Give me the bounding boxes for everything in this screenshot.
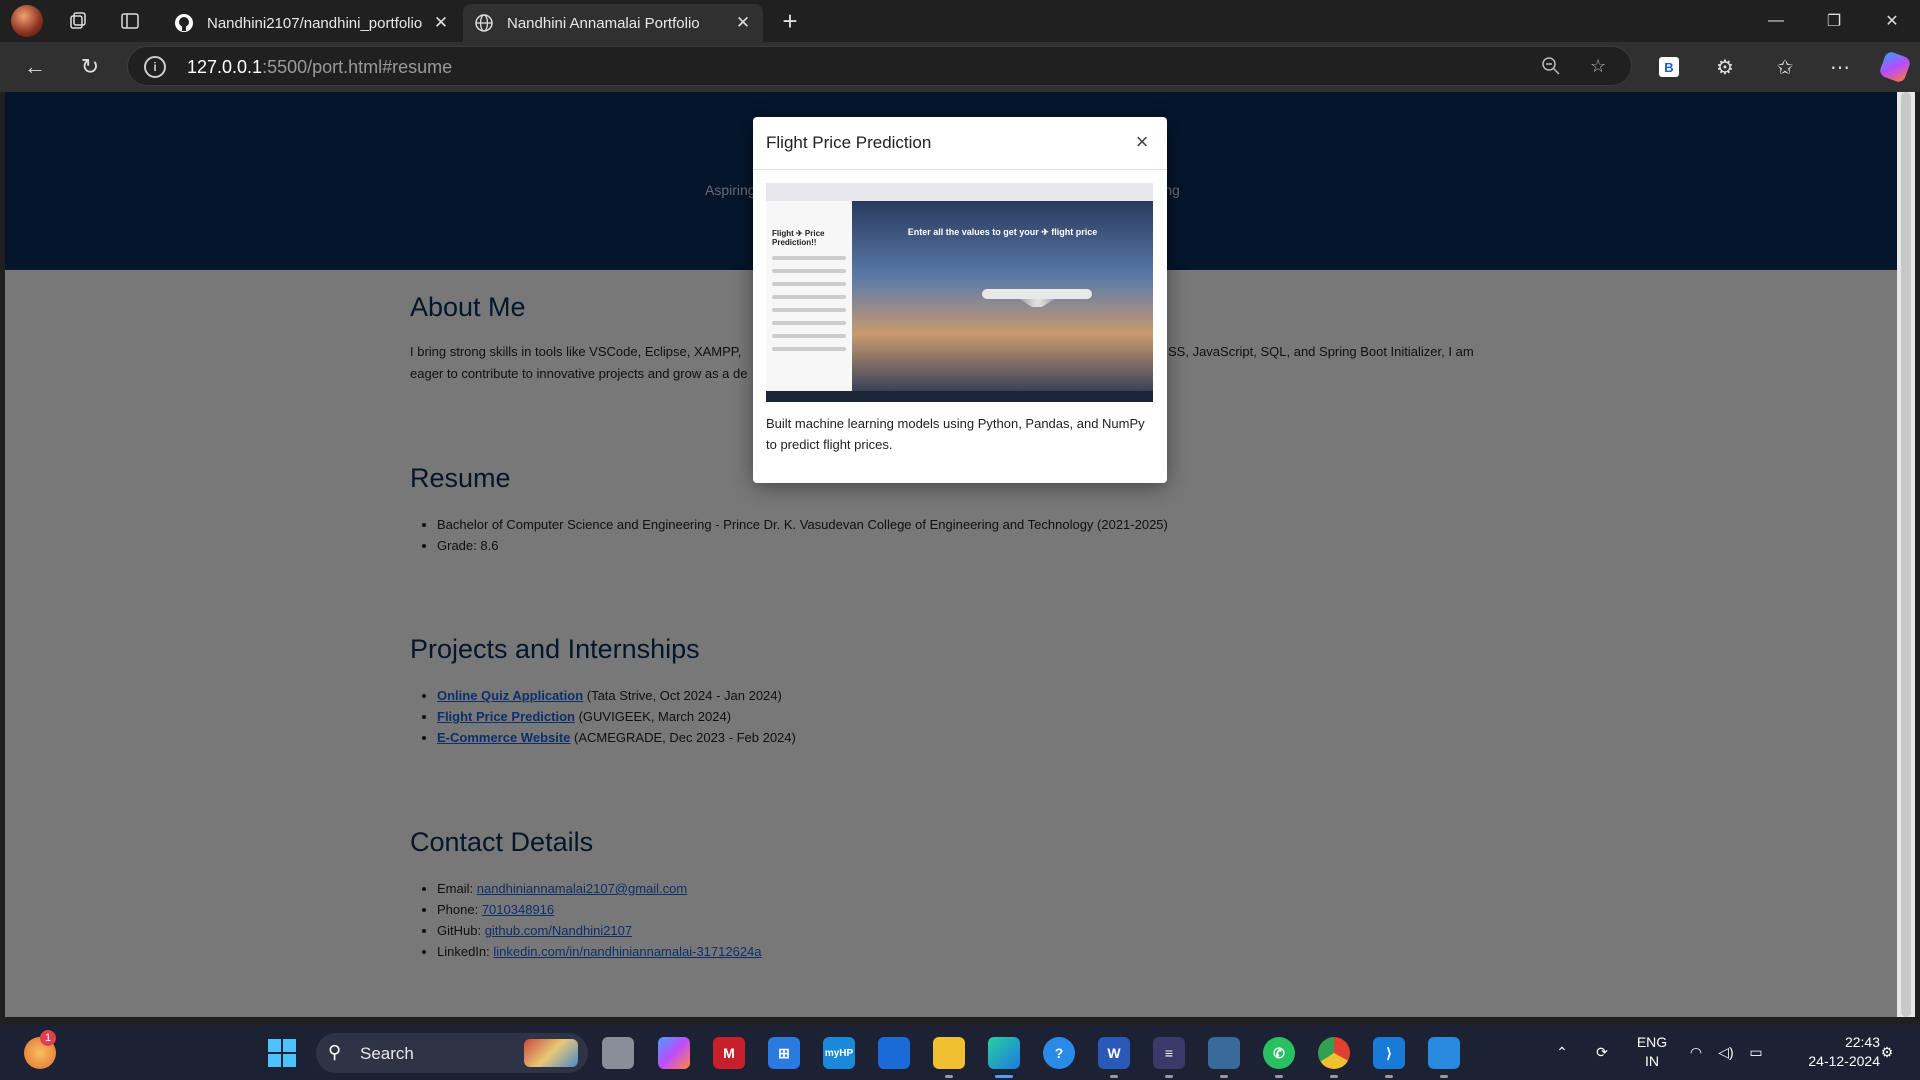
screenshot-hero: Enter all the values to get your ✈ fligh…: [852, 201, 1153, 391]
close-icon[interactable]: ×: [1127, 127, 1157, 157]
whatsapp-icon[interactable]: ✆: [1263, 1037, 1295, 1069]
browser-titlebar: Nandhini2107/nandhini_portfolio ✕ Nandhi…: [0, 0, 1920, 42]
globe-icon: [473, 12, 495, 34]
modal-description: Built machine learning models using Pyth…: [766, 416, 1145, 452]
scrollbar-thumb[interactable]: [1901, 92, 1911, 1017]
tab-portfolio[interactable]: Nandhini Annamalai Portfolio ✕: [463, 4, 763, 42]
extensions-icon[interactable]: ⚙: [1711, 53, 1739, 81]
taskbar-indicator: [1220, 1075, 1228, 1078]
microsoft-store-icon[interactable]: ⊞: [768, 1037, 800, 1069]
screenshot-taskbar: [766, 391, 1153, 402]
search-icon: ⚲: [328, 1042, 342, 1062]
tab-github[interactable]: Nandhini2107/nandhini_portfolio ✕: [163, 4, 461, 42]
zoom-icon[interactable]: [1541, 56, 1561, 81]
widgets-app-icon[interactable]: [878, 1037, 910, 1069]
word-icon[interactable]: W: [1098, 1037, 1130, 1069]
taskbar-search[interactable]: ⚲ Search: [316, 1033, 588, 1073]
eclipse-icon[interactable]: ≡: [1153, 1037, 1185, 1069]
bing-label: B: [1659, 57, 1679, 77]
new-tab-button[interactable]: +: [775, 6, 805, 37]
chevron-up-icon[interactable]: ⌃: [1550, 1025, 1574, 1080]
notification-bell-icon[interactable]: ⚙: [1872, 1025, 1902, 1080]
tab-label: Nandhini Annamalai Portfolio: [507, 14, 700, 32]
sync-icon[interactable]: ⟳: [1588, 1025, 1616, 1080]
tab-label: Nandhini2107/nandhini_portfolio: [207, 14, 423, 32]
vscode-icon[interactable]: ⟩: [1373, 1037, 1405, 1069]
favorites-icon[interactable]: ✩: [1771, 53, 1799, 81]
profile-avatar[interactable]: [7, 5, 47, 37]
windows-taskbar: 1 ⚲ Search M ⊞ myHP ? W ≡ ✆ ⟩ ⌃ ⟳ ENG IN…: [0, 1025, 1920, 1080]
screenshot-sidebar: Flight ✈ Price Prediction!!: [766, 201, 852, 391]
close-icon[interactable]: ✕: [733, 13, 753, 33]
taskbar-indicator: [1110, 1075, 1118, 1078]
refresh-button[interactable]: ↻: [75, 52, 105, 82]
screenshot-browser-bar: [766, 183, 1153, 201]
copilot-app-icon[interactable]: [658, 1037, 690, 1069]
taskbar-indicator-active: [995, 1075, 1013, 1078]
taskbar-indicator: [1440, 1075, 1448, 1078]
site-info-icon[interactable]: i: [144, 56, 166, 78]
close-window-button[interactable]: ✕: [1864, 0, 1920, 42]
screenshot-heading: Enter all the values to get your ✈ fligh…: [907, 227, 1098, 237]
url-host: 127.0.0.1: [187, 57, 263, 77]
chrome-icon[interactable]: [1318, 1037, 1350, 1069]
taskbar-indicator: [1275, 1075, 1283, 1078]
edge-browser-icon[interactable]: [988, 1037, 1020, 1069]
bing-extension-icon[interactable]: B: [1655, 53, 1683, 81]
region-code: IN: [1645, 1053, 1659, 1069]
search-highlight-image: [524, 1039, 578, 1067]
clock-time: 22:43: [1844, 1034, 1880, 1050]
search-label: Search: [360, 1044, 414, 1063]
project-screenshot: Flight ✈ Price Prediction!! Enter all th…: [766, 183, 1153, 402]
workspaces-icon[interactable]: [58, 6, 98, 36]
vertical-tabs-icon[interactable]: [110, 6, 150, 36]
language-code: ENG: [1636, 1034, 1668, 1050]
modal-header: Flight Price Prediction ×: [753, 117, 1167, 170]
volume-icon[interactable]: ◁): [1714, 1025, 1738, 1080]
address-bar[interactable]: i 127.0.0.1:5500/port.html#resume ☆: [127, 46, 1632, 86]
mcafee-icon[interactable]: M: [713, 1037, 745, 1069]
browser-toolbar: ← ↻ i 127.0.0.1:5500/port.html#resume ☆ …: [0, 42, 1920, 92]
myhp-icon[interactable]: myHP: [823, 1037, 855, 1069]
task-view-icon[interactable]: [602, 1037, 634, 1069]
copilot-icon[interactable]: [1878, 50, 1912, 84]
minimize-button[interactable]: —: [1748, 0, 1804, 42]
github-icon: [173, 12, 195, 34]
taskbar-indicator: [1330, 1075, 1338, 1078]
taskbar-indicator: [945, 1075, 953, 1078]
paint-icon[interactable]: [1428, 1037, 1460, 1069]
taskbar-indicator: [1165, 1075, 1173, 1078]
taskbar-indicator: [1385, 1075, 1393, 1078]
wifi-icon[interactable]: ◠: [1684, 1025, 1708, 1080]
restore-button[interactable]: ❐: [1806, 0, 1862, 42]
favorite-star-icon[interactable]: ☆: [1590, 56, 1606, 77]
mysql-workbench-icon[interactable]: [1208, 1037, 1240, 1069]
more-menu-icon[interactable]: ⋯: [1826, 53, 1854, 81]
airplane-body: [982, 289, 1092, 299]
notification-badge: 1: [40, 1030, 56, 1046]
back-button[interactable]: ←: [20, 52, 50, 82]
system-clock[interactable]: 22:43 24-12-2024: [1784, 1033, 1880, 1071]
close-icon[interactable]: ✕: [431, 13, 451, 33]
get-help-icon[interactable]: ?: [1043, 1037, 1075, 1069]
url-text: 127.0.0.1:5500/port.html#resume: [187, 57, 452, 78]
page-scrollbar[interactable]: [1897, 92, 1915, 1017]
language-indicator[interactable]: ENG IN: [1630, 1033, 1674, 1071]
start-windows-icon[interactable]: [266, 1037, 298, 1069]
battery-icon[interactable]: ▭: [1744, 1025, 1768, 1080]
url-path: :5500/port.html#resume: [262, 57, 453, 77]
screenshot-sidebar-title: Flight ✈ Price Prediction!!: [772, 229, 825, 247]
project-modal: Flight Price Prediction × Flight ✈ Price…: [753, 117, 1167, 483]
file-explorer-icon[interactable]: [933, 1037, 965, 1069]
clock-date: 24-12-2024: [1808, 1053, 1880, 1069]
modal-title: Flight Price Prediction: [766, 133, 932, 152]
